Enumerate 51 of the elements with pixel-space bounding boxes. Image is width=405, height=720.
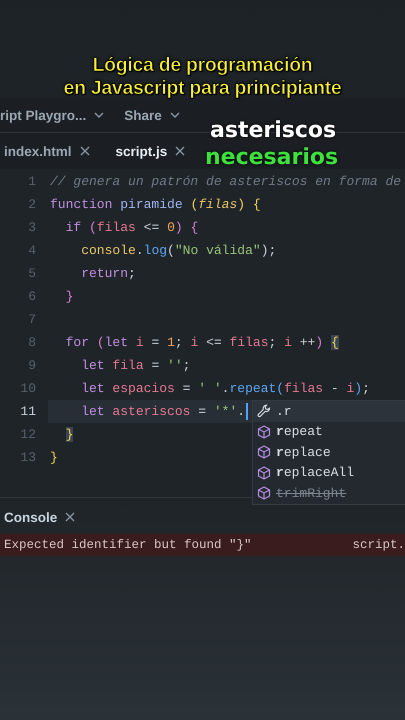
caption-title: Lógica de programación <box>92 54 312 77</box>
code-line: let espacios = ' '.repeat(filas - i); <box>80 381 370 396</box>
project-menu[interactable]: ript Playgro... <box>0 108 86 122</box>
error-source[interactable]: script. <box>352 538 405 552</box>
line-number: 4 <box>27 243 37 258</box>
error-message: Expected identifier but found "}" <box>4 538 252 552</box>
code-line: } <box>50 450 58 465</box>
code-line: // genera un patrón de asteriscos en forma de <box>50 174 402 189</box>
text-cursor <box>246 403 248 420</box>
caption-word: asteriscos <box>210 118 336 143</box>
code-line: if (filas <= 0) { <box>64 220 198 235</box>
code-line: let asteriscos = '*'. <box>80 404 246 419</box>
close-icon[interactable] <box>175 146 186 156</box>
caption-title: en Javascript para principiante <box>64 77 342 100</box>
line-number: 1 <box>27 174 37 189</box>
cube-icon <box>257 486 271 500</box>
line-number: 11 <box>19 404 37 419</box>
code-line: console.log("No válida"); <box>80 243 276 258</box>
line-number: 8 <box>27 335 37 350</box>
suggestion-item[interactable]: replaceAll <box>253 462 405 483</box>
line-number: 7 <box>27 312 37 327</box>
cube-icon <box>257 466 271 480</box>
close-icon[interactable] <box>65 512 76 522</box>
code-line: for (let i = 1; i <= filas; i ++) { <box>64 335 339 350</box>
chevron-down-icon <box>94 112 104 118</box>
share-menu[interactable]: Share <box>124 108 162 122</box>
chevron-down-icon <box>170 112 180 118</box>
wrench-icon <box>257 404 271 418</box>
code-line: } <box>64 289 74 304</box>
line-number: 9 <box>27 358 37 373</box>
line-number: 3 <box>27 220 37 235</box>
line-number: 6 <box>27 289 37 304</box>
caption-word: necesarios <box>205 145 338 170</box>
line-number: 13 <box>19 450 37 465</box>
file-tab[interactable]: index.html <box>4 140 90 162</box>
code-line: return; <box>80 266 136 281</box>
console-tab[interactable]: Console <box>4 510 58 524</box>
line-number: 12 <box>19 427 37 442</box>
cube-icon <box>257 424 271 439</box>
file-tab[interactable]: script.js <box>116 140 186 162</box>
suggestion-item[interactable]: repeat <box>253 422 405 442</box>
code-line: function piramide (filas) { <box>50 197 261 212</box>
code-line: let fila = ''; <box>80 358 190 373</box>
close-icon[interactable] <box>80 146 90 156</box>
suggestion-item[interactable]: replace <box>253 442 405 462</box>
suggestion-item[interactable]: trimRight <box>253 483 405 504</box>
line-number: 10 <box>19 381 37 396</box>
line-number: 5 <box>27 266 37 281</box>
cube-icon <box>257 445 271 460</box>
suggestion-item[interactable]: .r <box>253 401 405 422</box>
line-number: 2 <box>27 197 37 212</box>
